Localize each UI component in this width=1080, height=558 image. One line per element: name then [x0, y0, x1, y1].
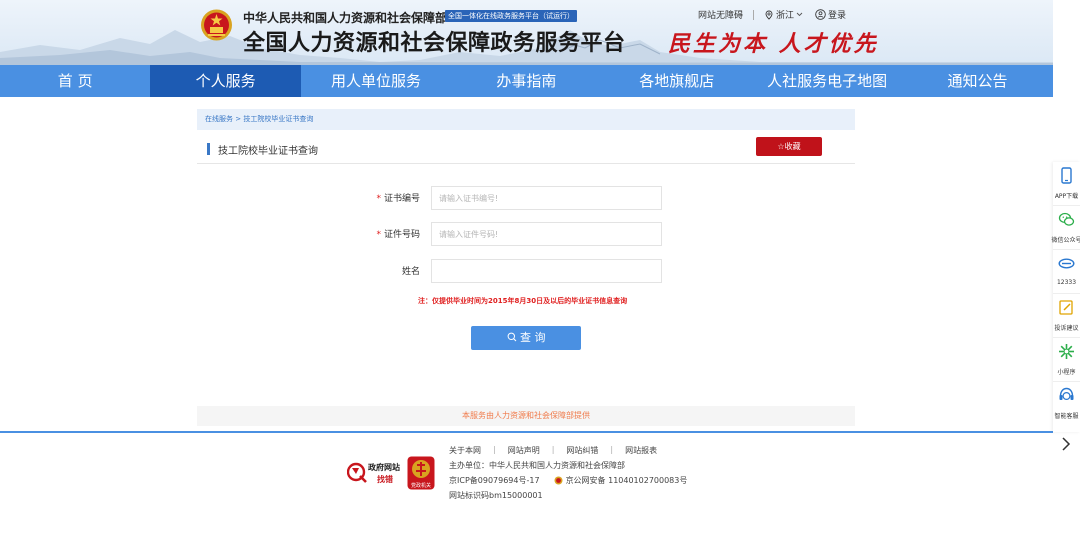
sidebar-item-label: 微信公众号 [1051, 237, 1080, 244]
query-button-label: 查 询 [520, 331, 546, 344]
footer-police-record[interactable]: 京公网安备 11040102700083号 [554, 475, 688, 486]
gov-logo-text-2: 找错 [377, 475, 393, 484]
sidebar-item-complaint[interactable]: 投诉建议 [1053, 294, 1080, 338]
breadcrumb[interactable]: 在线服务 > 技工院校毕业证书查询 [197, 109, 855, 130]
police-badge-icon [554, 476, 563, 485]
slogan: 民生为本 人才优先 [668, 31, 879, 57]
header-banner: 中华人民共和国人力资源和社会保障部 全国一体化在线政务服务平台（试运行） 全国人… [0, 0, 1053, 65]
floating-sidebar: APP下载 微信公众号 12333 投诉建议 小程序 智能客服 [1051, 162, 1080, 432]
accessibility-link[interactable]: 网站无障碍 [698, 8, 743, 21]
search-icon [507, 332, 516, 342]
hotline-12333-icon [1058, 258, 1075, 269]
customer-service-icon [1059, 387, 1074, 401]
nav-item-home[interactable]: 首 页 [0, 65, 150, 97]
location-label: 浙江 [776, 11, 795, 21]
phone-icon [1061, 167, 1072, 184]
query-note: 注：仅提供毕业时间为2015年8月30日及以后的毕业证书信息查询 [418, 297, 628, 305]
sidebar-item-label: 小程序 [1057, 369, 1076, 376]
national-emblem-icon [201, 9, 232, 41]
id-no-row: * 证件号码 [355, 222, 665, 246]
party-logo-text: 党政机关 [410, 483, 431, 489]
nav-item-service-map[interactable]: 人社服务电子地图 [752, 65, 902, 97]
cert-no-label-text: 证书编号 [383, 194, 420, 204]
footer-link-about[interactable]: 关于本网 [449, 445, 481, 456]
login-label: 登录 [828, 11, 847, 21]
cert-no-row: * 证书编号 [355, 186, 665, 210]
nav-item-personal-service[interactable]: 个人服务 [150, 65, 301, 97]
wechat-icon [1058, 212, 1075, 226]
footer-police-text: 京公网安备 11040102700083号 [565, 476, 688, 485]
footer-link-statement[interactable]: 网站声明 [508, 445, 540, 456]
section-header: 技工院校毕业证书查询 ☆收藏 [197, 136, 855, 164]
nav-item-employer-service[interactable]: 用人单位服务 [301, 65, 451, 97]
sidebar-item-mini-program[interactable]: 小程序 [1053, 338, 1080, 382]
id-no-input[interactable] [431, 222, 662, 246]
edit-icon [1059, 300, 1073, 315]
footer-divider [0, 431, 1053, 433]
footer-registration: 京ICP备09079694号-17 京公网安备 11040102700083号 [449, 475, 687, 486]
gov-logo-text-1: 政府网站 [368, 463, 400, 472]
page: 中华人民共和国人力资源和社会保障部 全国一体化在线政务服务平台（试运行） 全国人… [0, 0, 1080, 558]
footer-site-id: 网站标识码bm15000001 [449, 491, 543, 500]
id-no-label: * 证件号码 [376, 227, 420, 240]
page-title: 技工院校毕业证书查询 [218, 146, 318, 157]
main-nav: 首 页 个人服务 用人单位服务 办事指南 各地旗舰店 人社服务电子地图 通知公告 [0, 65, 1053, 97]
section-accent-bar [207, 143, 210, 155]
org-name: 中华人民共和国人力资源和社会保障部 [243, 11, 448, 25]
user-icon [815, 9, 826, 20]
login-link[interactable]: 登录 [815, 8, 846, 21]
footer-link-report[interactable]: 网站报表 [625, 445, 657, 456]
required-mark: * [376, 194, 381, 204]
sidebar-item-label: APP下载 [1054, 193, 1079, 200]
required-mark: * [376, 230, 381, 240]
nav-item-local-stores[interactable]: 各地旗舰店 [602, 65, 752, 97]
cert-no-input[interactable] [431, 186, 662, 210]
service-provider-note: 本服务由人力资源和社会保障部提供 [197, 406, 855, 426]
sidebar-item-customer-service[interactable]: 智能客服 [1053, 382, 1080, 426]
sidebar-item-wechat[interactable]: 微信公众号 [1051, 206, 1080, 250]
sidebar-item-label: 12333 [1056, 279, 1077, 286]
footer-links: 关于本网 | 网站声明 | 网站纠错 | 网站报表 [449, 445, 657, 456]
favorite-button[interactable]: ☆收藏 [756, 137, 822, 156]
location-pin-icon [765, 10, 773, 20]
sidebar-item-12333[interactable]: 12333 [1053, 250, 1080, 294]
footer-link-separator: | [610, 445, 614, 454]
name-row: 姓名 [355, 259, 665, 283]
divider [753, 9, 755, 20]
name-input[interactable] [431, 259, 662, 283]
sidebar-item-label: 智能客服 [1054, 413, 1079, 420]
footer-icp[interactable]: 京ICP备09079694号-17 [449, 475, 540, 486]
top-links: 网站无障碍 浙江 登录 [698, 8, 846, 21]
mini-program-icon [1059, 344, 1074, 359]
location-selector[interactable]: 浙江 [764, 8, 803, 21]
sidebar-item-app-download[interactable]: APP下载 [1053, 162, 1080, 206]
nav-item-guide[interactable]: 办事指南 [451, 65, 601, 97]
name-label: 姓名 [401, 267, 420, 277]
footer-link-separator: | [493, 445, 496, 454]
platform-badge: 全国一体化在线政务服务平台（试运行） [445, 10, 577, 22]
id-no-label-text: 证件号码 [383, 230, 420, 240]
query-button[interactable]: 查 询 [471, 326, 581, 350]
sidebar-item-label: 投诉建议 [1054, 325, 1079, 332]
footer-link-error-report[interactable]: 网站纠错 [566, 445, 598, 456]
platform-title: 全国人力资源和社会保障政务服务平台 [243, 31, 626, 56]
footer-sponsor: 主办单位：中华人民共和国人力资源和社会保障部 [449, 461, 625, 470]
chevron-down-icon [796, 12, 803, 17]
footer-link-separator: | [551, 445, 555, 454]
nav-item-notices[interactable]: 通知公告 [902, 65, 1052, 97]
cert-no-label: * 证书编号 [376, 191, 420, 204]
chevron-right-icon[interactable] [1058, 434, 1074, 454]
